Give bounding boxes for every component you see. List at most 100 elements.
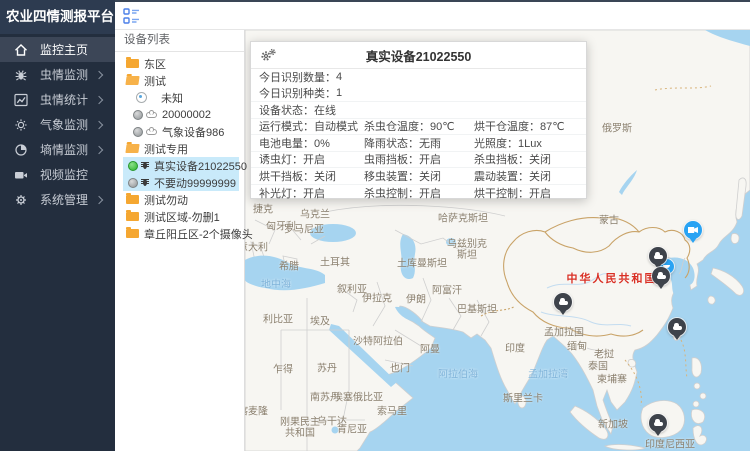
field-value: 90℃: [430, 121, 455, 133]
tree-item-label: 20000002: [162, 109, 211, 121]
field-value: 自动模式: [314, 121, 358, 133]
cogs-icon[interactable]: [260, 48, 277, 68]
chevron-right-icon: [95, 195, 103, 203]
popup-row: 今日识别种类：1: [251, 86, 586, 103]
soil-icon: [13, 142, 29, 158]
popup-row: 今日识别数量：4: [251, 69, 586, 86]
folder-closed-icon: [126, 212, 139, 221]
marker-glyph-icon: [654, 255, 663, 260]
station-marker[interactable]: [652, 267, 670, 285]
tree-item-label: 测试勿动: [144, 192, 188, 208]
sidebar: 农业四情测报平台 监控主页 虫情监测 虫情统计 气象监测: [0, 0, 115, 451]
popup-header: 真实设备21022550: [251, 42, 586, 69]
chevron-right-icon: [95, 145, 103, 153]
lake-victoria: [332, 427, 339, 434]
device-list-panel: 设备列表 东区 测试 未知 20000002 气象设备986 测试专用: [115, 30, 245, 451]
weather-device-icon: [146, 129, 157, 135]
tree-item-label: 气象设备986: [162, 124, 224, 140]
popup-row: 设备状态：在线: [251, 102, 586, 119]
sidebar-item-label: 系统管理: [40, 191, 88, 208]
field-label: 运行模式：: [259, 121, 314, 133]
field-value: 关闭: [314, 171, 336, 183]
marker-dot: [668, 318, 686, 336]
station-marker[interactable]: [649, 247, 667, 265]
sidebar-item-monitor-home[interactable]: 监控主页: [0, 37, 115, 62]
chart-icon: [13, 92, 29, 108]
topbar: [115, 0, 750, 30]
popup-grid-row: 运行模式：自动模式 杀虫仓温度：90℃ 烘干仓温度：87℃: [251, 119, 586, 136]
tree-item-label: 测试专用: [144, 141, 188, 157]
station-marker[interactable]: [554, 293, 572, 311]
field-value: 87℃: [540, 121, 565, 133]
station-marker[interactable]: [668, 318, 686, 336]
field-label: 今日识别数量：: [259, 69, 336, 85]
tree-folder-ceshi-zhuanyong[interactable]: 测试专用: [115, 140, 244, 157]
field-value: 关闭: [529, 171, 551, 183]
sidebar-item-video-monitor[interactable]: 视频监控: [0, 162, 115, 187]
field-label: 杀虫挡板：: [474, 154, 529, 166]
camera-marker[interactable]: [684, 221, 702, 239]
map-area[interactable]: 俄罗斯 哈萨克斯坦 蒙古 中华人民共和国 乌克兰 捷克 匈牙利 罗马尼亚 意大利…: [245, 30, 750, 451]
field-label: 光照度：: [474, 138, 518, 150]
device-list-header: 设备列表: [115, 30, 244, 52]
field-label: 烘干控制：: [474, 188, 529, 200]
tree-item-label: 未知: [161, 90, 183, 106]
tree-device-donottouch[interactable]: 不要动99999999: [123, 174, 239, 191]
field-label: 烘干挡板：: [259, 171, 314, 183]
app-title: 农业四情测报平台: [0, 0, 115, 34]
popup-grid-row: 补光灯：开启 杀虫控制：开启 烘干控制：开启: [251, 185, 586, 202]
popup-grid-row: 烘干挡板：关闭 移虫装置：关闭 震动装置：关闭: [251, 168, 586, 185]
field-label: 降雨状态：: [364, 138, 419, 150]
status-online-icon: [128, 161, 138, 171]
folder-closed-icon: [126, 229, 139, 238]
field-value: 4: [336, 71, 342, 83]
station-marker[interactable]: [649, 414, 667, 432]
sidebar-item-label: 视频监控: [40, 166, 88, 183]
field-label: 诱虫灯：: [259, 154, 303, 166]
tree-folder-zhangqiu[interactable]: 章丘阳丘区-2个摄像头: [115, 225, 244, 242]
weather-device-icon: [146, 112, 157, 118]
field-value: 0%: [314, 138, 330, 150]
tree-folder-ceshi-quyu[interactable]: 测试区域-勿删1: [115, 208, 244, 225]
field-value: 开启: [303, 154, 325, 166]
island-srilanka: [518, 396, 526, 408]
sidebar-item-soil-monitor[interactable]: 墒情监测: [0, 137, 115, 162]
device-info-popup: 真实设备21022550 今日识别数量：4 今日识别种类：1 设备状态：在线 运…: [250, 41, 587, 199]
tree-device-real-21022550[interactable]: 真实设备21022550: [123, 157, 239, 174]
field-value: 无雨: [419, 138, 441, 150]
weather-icon: [13, 117, 29, 133]
sidebar-item-weather-monitor[interactable]: 气象监测: [0, 112, 115, 137]
tree-item-unknown[interactable]: 未知: [115, 89, 244, 106]
aral-sea: [446, 238, 456, 246]
insect-device-icon: [141, 178, 149, 187]
tree-item-label: 真实设备21022550: [154, 158, 247, 174]
field-value: 开启: [419, 154, 441, 166]
device-tree: 东区 测试 未知 20000002 气象设备986 测试专用 真实设备21022…: [115, 52, 244, 242]
field-value: 1: [336, 87, 342, 99]
sidebar-item-label: 虫情监测: [40, 66, 88, 83]
tree-folder-ceshi-wudong[interactable]: 测试勿动: [115, 191, 244, 208]
marker-glyph-icon: [673, 326, 682, 331]
tree-device-weather986[interactable]: 气象设备986: [115, 123, 244, 140]
tree-device-20000002[interactable]: 20000002: [115, 106, 244, 123]
bug-icon: [13, 67, 29, 83]
folder-closed-icon: [126, 59, 139, 68]
tree-folder-ceshi[interactable]: 测试: [115, 72, 244, 89]
sidebar-item-insect-stats[interactable]: 虫情统计: [0, 87, 115, 112]
field-value: 1Lux: [518, 138, 542, 150]
sidebar-item-insect-monitor[interactable]: 虫情监测: [0, 62, 115, 87]
folder-open-icon: [125, 144, 139, 153]
chevron-right-icon: [95, 70, 103, 78]
field-value: 在线: [314, 102, 336, 118]
marker-glyph-icon: [654, 422, 663, 427]
tree-folder-dongqu[interactable]: 东区: [115, 55, 244, 72]
black-sea: [310, 224, 356, 242]
status-offline-icon: [133, 110, 143, 120]
field-value: 关闭: [529, 154, 551, 166]
tree-toggle-icon[interactable]: [123, 8, 143, 25]
gear-icon: [13, 192, 29, 208]
island-hokkaido: [731, 233, 739, 243]
field-label: 杀虫控制：: [364, 188, 419, 200]
sidebar-item-system-settings[interactable]: 系统管理: [0, 187, 115, 212]
field-value: 开启: [529, 188, 551, 200]
